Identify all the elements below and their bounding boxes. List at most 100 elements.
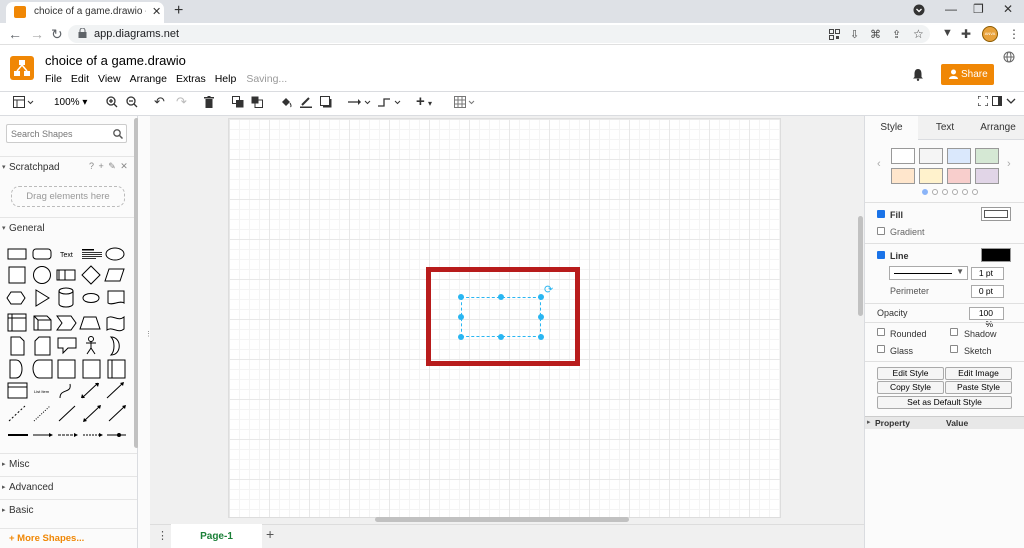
general-section-header[interactable]: ▾ General [0, 217, 137, 239]
zoom-level-dropdown[interactable]: 100% ▾ [54, 97, 87, 108]
search-shapes-input[interactable]: Search Shapes [6, 124, 127, 143]
menu-file[interactable]: File [45, 73, 62, 85]
misc-section-header[interactable]: ▸ Misc [0, 453, 137, 475]
qr-code-icon[interactable] [829, 29, 840, 40]
scratchpad-drop-zone[interactable]: Drag elements here [11, 186, 125, 207]
tab-arrange[interactable]: Arrange [972, 116, 1024, 140]
menu-arrange[interactable]: Arrange [130, 73, 167, 85]
set-default-style-button[interactable]: Set as Default Style [877, 396, 1012, 409]
share-page-icon[interactable]: ⇪ [892, 28, 901, 41]
resize-handle-sw[interactable] [458, 334, 464, 340]
swatch-next-icon[interactable]: › [1007, 158, 1011, 170]
swatch-page-dot-3[interactable] [942, 189, 948, 195]
resize-handle-e[interactable] [538, 314, 544, 320]
canvas-vertical-scrollbar[interactable] [858, 216, 863, 316]
address-bar[interactable]: app.diagrams.net [68, 25, 930, 43]
perimeter-input[interactable]: 0 pt [971, 285, 1004, 298]
basic-section-header[interactable]: ▸ Basic [0, 499, 137, 521]
forward-arrow-icon[interactable]: → [30, 26, 44, 42]
extension-v-icon[interactable]: ▼ [942, 27, 953, 39]
add-page-button[interactable]: + [266, 526, 274, 542]
swatch-page-dot-5[interactable] [962, 189, 968, 195]
advanced-section-header[interactable]: ▸ Advanced [0, 476, 137, 498]
to-back-icon[interactable] [251, 96, 263, 108]
waypoints-icon[interactable] [378, 96, 402, 108]
document-title[interactable]: choice of a game.drawio [45, 53, 186, 68]
insert-dropdown-caret[interactable]: ▾ [428, 99, 432, 108]
new-tab-button[interactable]: + [174, 2, 183, 20]
glass-checkbox[interactable] [877, 345, 885, 353]
close-window-button[interactable]: ✕ [1003, 2, 1013, 16]
format-panel-icon[interactable] [992, 96, 1002, 106]
redo-icon[interactable]: ↷ [176, 94, 187, 110]
profile-avatar[interactable]: ANVA [982, 26, 998, 42]
swatch-prev-icon[interactable]: ‹ [877, 158, 881, 170]
resize-handle-s[interactable] [498, 334, 504, 340]
minimize-window-button[interactable]: — [945, 2, 957, 16]
line-color-picker[interactable] [981, 248, 1011, 262]
resize-handle-se[interactable] [538, 334, 544, 340]
panel-splitter[interactable]: ⋮ [138, 116, 152, 548]
fullscreen-icon[interactable] [978, 96, 988, 106]
restore-window-button[interactable]: ❐ [973, 2, 984, 16]
page-tab-page-1[interactable]: Page-1 [171, 524, 262, 548]
resize-handle-n[interactable] [498, 294, 504, 300]
format-panel-toggle-icon[interactable] [13, 96, 35, 108]
swatch-page-dot-6[interactable] [972, 189, 978, 195]
opacity-input[interactable]: 100 % [969, 307, 1004, 329]
resize-handle-nw[interactable] [458, 294, 464, 300]
menu-help[interactable]: Help [215, 73, 237, 85]
table-insert-icon[interactable] [454, 96, 476, 108]
shadow-icon[interactable] [320, 96, 332, 108]
gradient-checkbox[interactable] [877, 227, 885, 235]
swatch-page-dot-1[interactable] [922, 189, 928, 195]
insert-plus-icon[interactable]: + [416, 93, 425, 110]
style-swatch-4[interactable] [975, 148, 999, 164]
copy-style-button[interactable]: Copy Style [877, 381, 944, 394]
paste-style-button[interactable]: Paste Style [945, 381, 1012, 394]
style-swatch-1[interactable] [891, 148, 915, 164]
notification-bell-icon[interactable] [912, 68, 924, 81]
edit-image-button[interactable]: Edit Image [945, 367, 1012, 380]
line-checkbox[interactable] [877, 251, 885, 259]
browser-menu-icon[interactable]: ⋮ [1008, 27, 1020, 41]
scratchpad-actions[interactable]: ? + ✎ ✕ [89, 161, 129, 172]
swatch-page-dot-2[interactable] [932, 189, 938, 195]
browser-tab[interactable]: choice of a game.drawio - diagra ✕ [6, 2, 164, 23]
back-arrow-icon[interactable]: ← [8, 26, 22, 42]
bookmark-star-icon[interactable]: ☆ [913, 27, 924, 41]
pages-menu-icon[interactable]: ⋮ [157, 529, 168, 542]
undo-icon[interactable]: ↶ [154, 94, 165, 110]
zoom-in-icon[interactable] [106, 96, 118, 108]
edit-style-button[interactable]: Edit Style [877, 367, 944, 380]
tab-style[interactable]: Style [865, 116, 918, 140]
tab-text[interactable]: Text [918, 116, 972, 140]
collapse-toolbar-icon[interactable] [1006, 96, 1016, 106]
line-pattern-select[interactable]: ▼ [889, 266, 968, 280]
translate-icon[interactable]: ⌘ [870, 28, 881, 41]
menu-edit[interactable]: Edit [71, 73, 89, 85]
tab-search-icon[interactable] [913, 4, 925, 16]
menu-view[interactable]: View [98, 73, 121, 85]
menu-extras[interactable]: Extras [176, 73, 206, 85]
reload-icon[interactable]: ↻ [51, 26, 63, 43]
style-swatch-3[interactable] [947, 148, 971, 164]
close-tab-icon[interactable]: ✕ [152, 5, 161, 18]
extensions-puzzle-icon[interactable]: ✚ [961, 27, 971, 41]
fill-checkbox[interactable] [877, 210, 885, 218]
selected-rectangle[interactable] [458, 294, 544, 340]
general-shapes-grid[interactable]: Text List Item [6, 244, 130, 440]
line-color-icon[interactable] [300, 96, 312, 108]
language-globe-icon[interactable] [1003, 51, 1015, 63]
more-shapes-button[interactable]: + More Shapes... [0, 528, 137, 548]
delete-trash-icon[interactable] [204, 96, 214, 108]
resize-handle-w[interactable] [458, 314, 464, 320]
fill-color-picker[interactable] [981, 207, 1011, 221]
canvas-horizontal-scrollbar[interactable] [375, 517, 629, 522]
to-front-icon[interactable] [232, 96, 244, 108]
style-swatch-6[interactable] [919, 168, 943, 184]
line-width-input[interactable]: 1 pt [971, 267, 1004, 280]
install-app-icon[interactable]: ⇩ [850, 28, 859, 41]
connection-style-icon[interactable] [348, 96, 372, 108]
rounded-checkbox[interactable] [877, 328, 885, 336]
